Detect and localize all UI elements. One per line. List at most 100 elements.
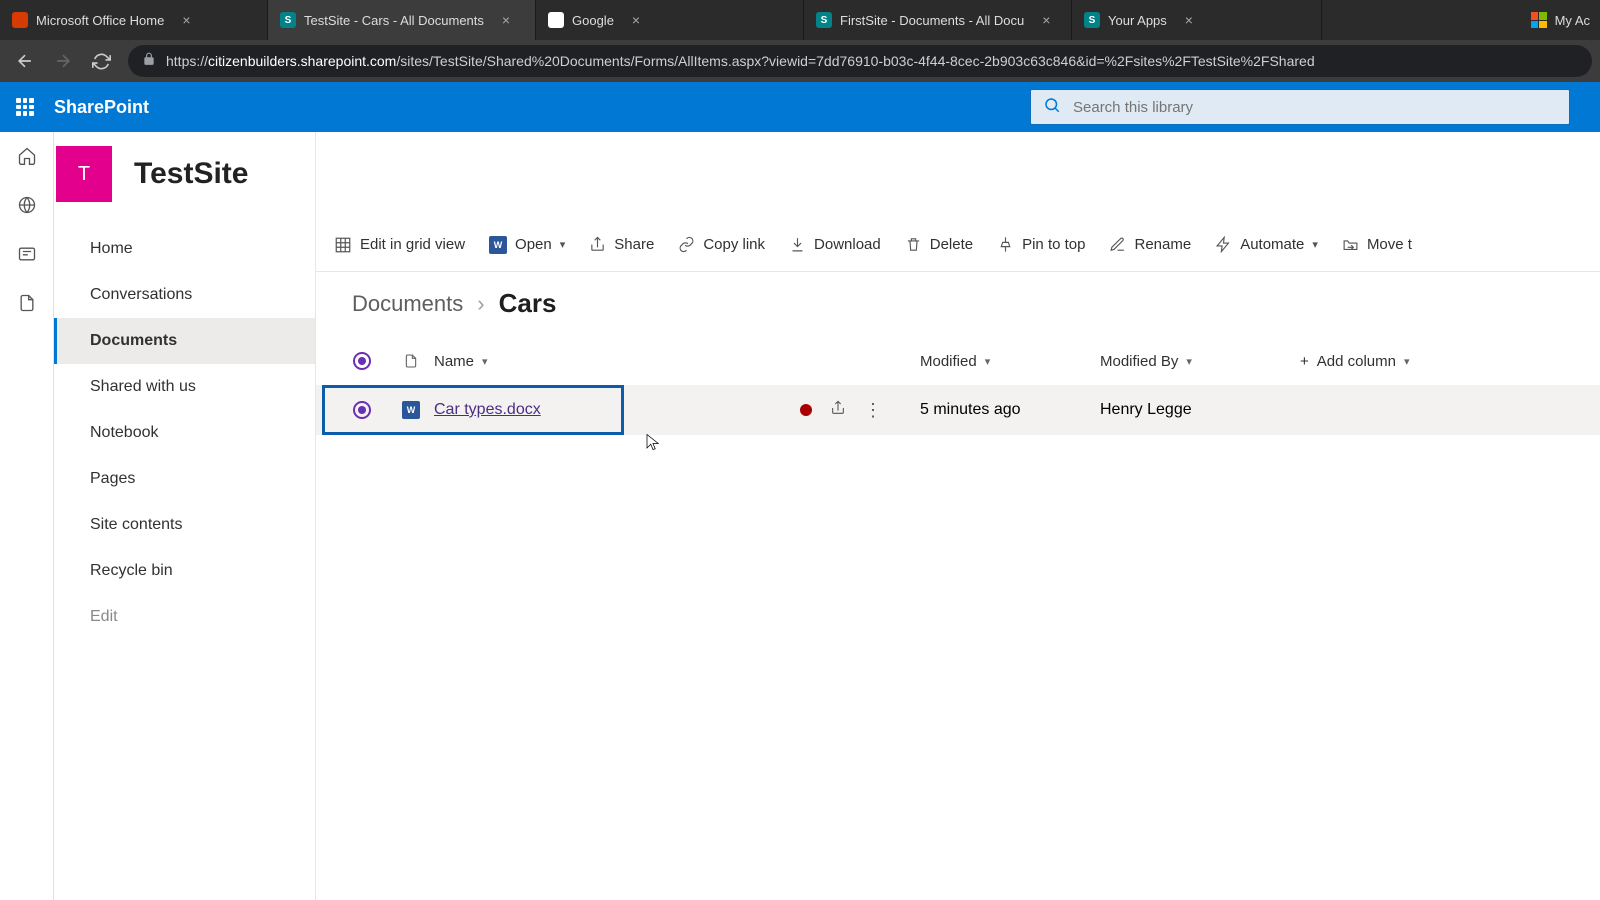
left-column: Home Conversations Documents Shared with… [54,132,316,900]
row-check-icon[interactable] [353,401,371,419]
close-icon[interactable]: × [1042,12,1050,28]
home-icon[interactable] [17,146,37,171]
forward-button[interactable] [46,44,80,78]
plus-icon: + [1300,353,1309,370]
browser-tab-strip: Microsoft Office Home × S TestSite - Car… [0,0,1600,40]
nav-shared-with-us[interactable]: Shared with us [54,364,315,410]
lock-icon [142,52,156,71]
share-icon[interactable] [830,400,846,421]
favicon-icon: S [280,12,296,28]
cmd-download[interactable]: Download [789,236,881,253]
tab-title: TestSite - Cars - All Documents [304,13,484,28]
cmd-delete[interactable]: Delete [905,236,973,253]
favicon-icon: S [816,12,832,28]
back-button[interactable] [8,44,42,78]
cmd-label: Edit in grid view [360,236,465,253]
nav-conversations[interactable]: Conversations [54,272,315,318]
suite-header: SharePoint [0,82,1600,132]
chevron-right-icon: › [477,291,484,317]
close-icon[interactable]: × [632,12,640,28]
chevron-down-icon: ▾ [985,355,991,368]
cmd-automate[interactable]: Automate ▾ [1215,236,1318,253]
chevron-down-icon: ▾ [560,238,566,251]
cmd-label: Move t [1367,236,1412,253]
nav-site-contents[interactable]: Site contents [54,502,315,548]
tab-title: Google [572,13,614,28]
cmd-label: Pin to top [1022,236,1085,253]
browser-tab[interactable]: S FirstSite - Documents - All Docu × [804,0,1072,40]
url-field[interactable]: https://citizenbuilders.sharepoint.com/s… [128,45,1592,77]
word-icon: W [489,236,507,254]
cmd-label: Open [515,236,552,253]
nav-pages[interactable]: Pages [54,456,315,502]
column-modified-by[interactable]: Modified By ▾ [1100,353,1300,370]
browser-tab[interactable]: S TestSite - Cars - All Documents × [268,0,536,40]
close-icon[interactable]: × [1185,12,1193,28]
breadcrumb: Documents › Cars [316,272,1600,337]
search-box[interactable] [1030,89,1570,125]
column-type-icon[interactable] [388,352,434,370]
favicon-icon: S [1084,12,1100,28]
search-icon [1043,96,1061,119]
close-icon[interactable]: × [182,12,190,28]
app-launcher-button[interactable] [0,82,50,132]
select-all[interactable] [336,352,388,370]
file-row[interactable]: W Car types.docx ⋮ 5 minutes ago Henry L… [316,385,1600,435]
command-bar: Edit in grid view W Open ▾ Share Copy li… [316,218,1600,272]
chevron-down-icon: ▾ [1404,355,1410,368]
column-modified[interactable]: Modified ▾ [920,353,1100,370]
app-name[interactable]: SharePoint [54,97,149,118]
global-nav-rail [0,132,54,900]
reload-button[interactable] [84,44,118,78]
list-header: Name ▾ Modified ▾ Modified By ▾ + Add co… [316,337,1600,385]
cursor-icon [644,431,662,453]
browser-tab-overflow[interactable]: My Ac [1521,0,1600,40]
breadcrumb-current: Cars [499,288,557,319]
cmd-open[interactable]: W Open ▾ [489,236,565,254]
waffle-icon [16,98,34,116]
modified-value: 5 minutes ago [920,401,1021,419]
nav-documents[interactable]: Documents [54,318,315,364]
globe-icon[interactable] [17,195,37,220]
nav-recycle-bin[interactable]: Recycle bin [54,548,315,594]
browser-tab[interactable]: S Your Apps × [1072,0,1322,40]
search-input[interactable] [1073,99,1557,116]
column-label: Name [434,353,474,370]
check-icon [353,352,371,370]
site-title: TestSite [134,157,248,191]
cmd-move[interactable]: Move t [1342,236,1412,253]
tab-title: Your Apps [1108,13,1167,28]
cmd-label: Delete [930,236,973,253]
cmd-label: Rename [1134,236,1191,253]
cmd-label: Automate [1240,236,1304,253]
files-icon[interactable] [17,293,37,318]
close-icon[interactable]: × [502,12,510,28]
workspace: Home Conversations Documents Shared with… [0,132,1600,900]
cmd-edit-grid[interactable]: Edit in grid view [334,236,465,254]
cmd-pin[interactable]: Pin to top [997,236,1085,253]
cmd-rename[interactable]: Rename [1109,236,1191,253]
cmd-label: Download [814,236,881,253]
tab-title: Microsoft Office Home [36,13,164,28]
more-actions-button[interactable]: ⋮ [864,401,882,419]
chevron-down-icon: ▾ [482,355,488,368]
nav-notebook[interactable]: Notebook [54,410,315,456]
browser-tab[interactable]: Google × [536,0,804,40]
column-label: Modified By [1100,353,1178,370]
cmd-share[interactable]: Share [589,236,654,253]
breadcrumb-root[interactable]: Documents [352,291,463,317]
site-logo: T [56,146,112,202]
column-label: Modified [920,353,977,370]
tab-title: My Ac [1555,13,1590,28]
nav-home[interactable]: Home [54,226,315,272]
nav-edit[interactable]: Edit [54,594,315,640]
cmd-copy-link[interactable]: Copy link [678,236,765,253]
browser-tab[interactable]: Microsoft Office Home × [0,0,268,40]
add-column[interactable]: + Add column ▾ [1300,353,1480,370]
file-name-link[interactable]: Car types.docx [434,401,541,419]
news-icon[interactable] [17,244,37,269]
chevron-down-icon: ▾ [1312,238,1318,251]
column-name[interactable]: Name ▾ [434,353,800,370]
cmd-label: Copy link [703,236,765,253]
microsoft-logo-icon [1531,12,1547,28]
